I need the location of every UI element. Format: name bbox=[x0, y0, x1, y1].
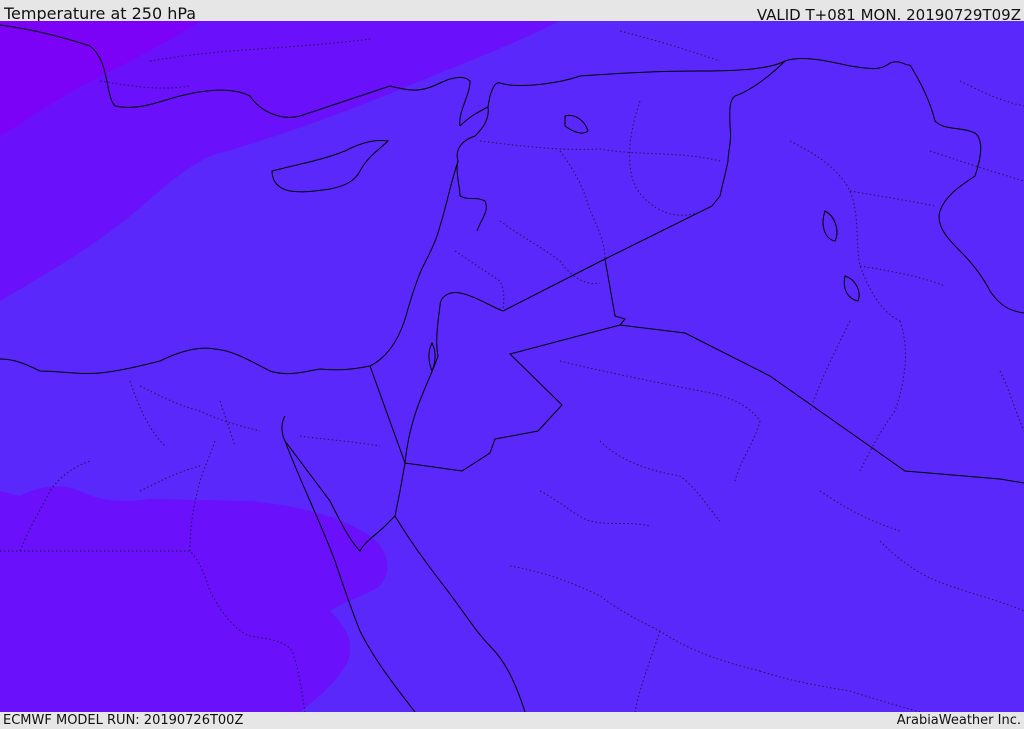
credit-label: ArabiaWeather Inc. bbox=[896, 713, 1021, 728]
weather-map bbox=[0, 21, 1024, 712]
temperature-band-cool-southwest bbox=[0, 486, 388, 712]
footer-bar: ECMWF MODEL RUN: 20190726T00Z ArabiaWeat… bbox=[0, 712, 1024, 729]
title-bar: Temperature at 250 hPa VALID T+081 MON. … bbox=[0, 0, 1024, 24]
map-canvas bbox=[0, 21, 1024, 712]
model-run-label: ECMWF MODEL RUN: 20190726T00Z bbox=[3, 713, 244, 728]
